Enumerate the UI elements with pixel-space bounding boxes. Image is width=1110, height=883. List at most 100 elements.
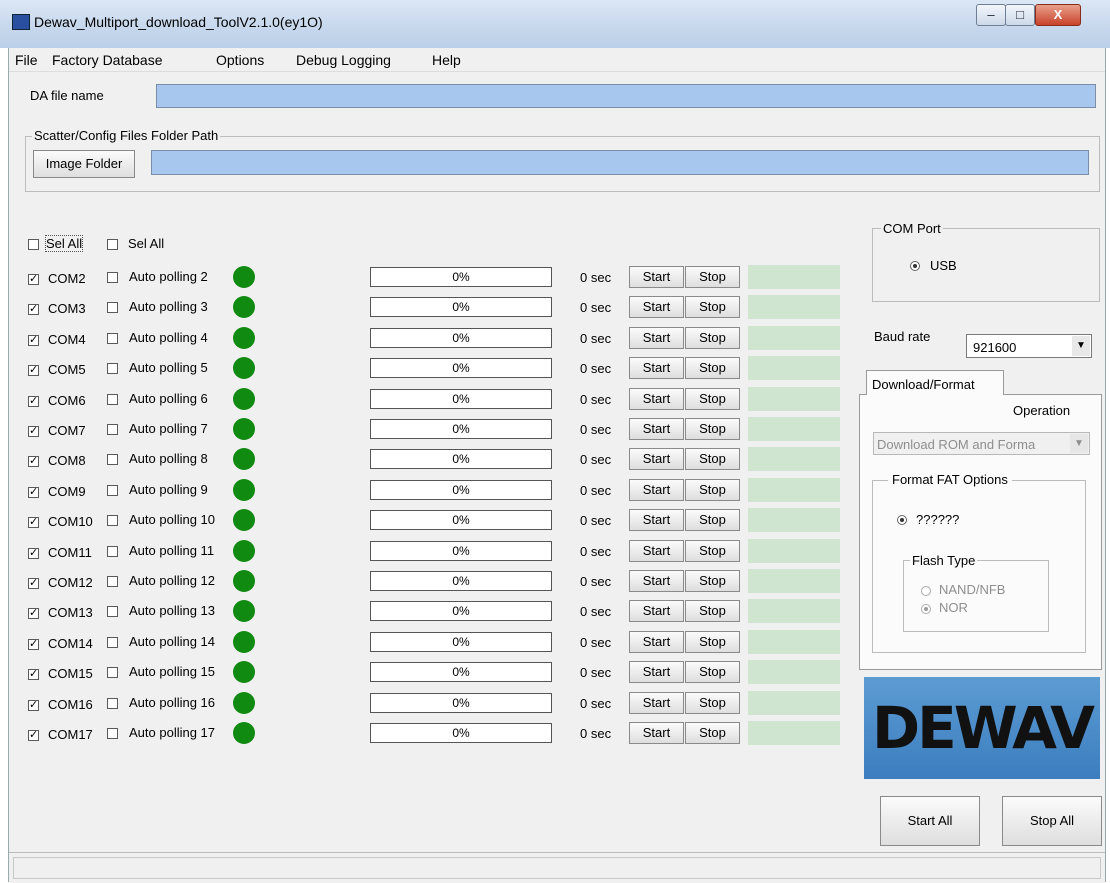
- status-cell: [748, 326, 840, 350]
- com-checkbox[interactable]: ✓: [28, 335, 39, 346]
- elapsed-time: 0 sec: [580, 331, 612, 346]
- com-checkbox[interactable]: ✓: [28, 517, 39, 528]
- stop-button[interactable]: Stop: [685, 631, 740, 653]
- stop-button[interactable]: Stop: [685, 600, 740, 622]
- maximize-button[interactable]: □: [1005, 4, 1035, 26]
- com-port-title: COM Port: [881, 221, 943, 236]
- com-checkbox[interactable]: ✓: [28, 639, 39, 650]
- start-button[interactable]: Start: [629, 509, 684, 531]
- auto-polling-checkbox[interactable]: [107, 515, 118, 526]
- usb-radio[interactable]: [910, 261, 920, 271]
- auto-polling-label: Auto polling 17: [129, 725, 216, 740]
- start-button[interactable]: Start: [629, 600, 684, 622]
- com-checkbox[interactable]: ✓: [28, 608, 39, 619]
- sel-all-polling-checkbox[interactable]: [107, 239, 118, 250]
- format-fat-radio[interactable]: [897, 515, 907, 525]
- start-button[interactable]: Start: [629, 266, 684, 288]
- scatter-folder-field[interactable]: [151, 150, 1089, 175]
- com-checkbox[interactable]: ✓: [28, 700, 39, 711]
- auto-polling-checkbox[interactable]: [107, 606, 118, 617]
- com-checkbox[interactable]: ✓: [28, 426, 39, 437]
- stop-button[interactable]: Stop: [685, 509, 740, 531]
- start-button[interactable]: Start: [629, 692, 684, 714]
- stop-button[interactable]: Stop: [685, 357, 740, 379]
- com-checkbox[interactable]: ✓: [28, 578, 39, 589]
- com-checkbox[interactable]: ✓: [28, 456, 39, 467]
- stop-button[interactable]: Stop: [685, 296, 740, 318]
- status-pane: [13, 857, 1101, 879]
- stop-button[interactable]: Stop: [685, 327, 740, 349]
- com-checkbox[interactable]: ✓: [28, 730, 39, 741]
- start-button[interactable]: Start: [629, 540, 684, 562]
- auto-polling-checkbox[interactable]: [107, 394, 118, 405]
- elapsed-time: 0 sec: [580, 422, 612, 437]
- progress-bar: 0%: [370, 449, 552, 469]
- stop-button[interactable]: Stop: [685, 540, 740, 562]
- start-button[interactable]: Start: [629, 357, 684, 379]
- tab-download-format[interactable]: Download/Format: [866, 370, 1004, 395]
- start-button[interactable]: Start: [629, 418, 684, 440]
- stop-button[interactable]: Stop: [685, 448, 740, 470]
- auto-polling-checkbox[interactable]: [107, 272, 118, 283]
- auto-polling-checkbox[interactable]: [107, 424, 118, 435]
- image-folder-button[interactable]: Image Folder: [33, 150, 135, 178]
- com-checkbox[interactable]: ✓: [28, 274, 39, 285]
- com-port-group: [872, 228, 1100, 302]
- auto-polling-checkbox[interactable]: [107, 698, 118, 709]
- stop-all-button[interactable]: Stop All: [1002, 796, 1102, 846]
- operation-select[interactable]: Download ROM and Forma ▼: [873, 432, 1090, 455]
- nor-radio[interactable]: [921, 604, 931, 614]
- start-button[interactable]: Start: [629, 327, 684, 349]
- start-button[interactable]: Start: [629, 570, 684, 592]
- auto-polling-checkbox[interactable]: [107, 302, 118, 313]
- minimize-button[interactable]: –: [976, 4, 1006, 26]
- com-label: COM14: [48, 636, 93, 651]
- auto-polling-checkbox[interactable]: [107, 454, 118, 465]
- menu-file[interactable]: File: [15, 52, 38, 68]
- start-all-button[interactable]: Start All: [880, 796, 980, 846]
- close-button[interactable]: X: [1035, 4, 1081, 26]
- auto-polling-checkbox[interactable]: [107, 485, 118, 496]
- menu-debug-logging[interactable]: Debug Logging: [296, 52, 391, 68]
- com-label: COM11: [48, 545, 92, 560]
- sel-all-ports-checkbox[interactable]: [28, 239, 39, 250]
- auto-polling-checkbox[interactable]: [107, 667, 118, 678]
- com-checkbox[interactable]: ✓: [28, 669, 39, 680]
- auto-polling-checkbox[interactable]: [107, 363, 118, 374]
- start-button[interactable]: Start: [629, 448, 684, 470]
- com-checkbox[interactable]: ✓: [28, 304, 39, 315]
- auto-polling-checkbox[interactable]: [107, 728, 118, 739]
- com-checkbox[interactable]: ✓: [28, 396, 39, 407]
- start-button[interactable]: Start: [629, 388, 684, 410]
- stop-button[interactable]: Stop: [685, 266, 740, 288]
- com-checkbox[interactable]: ✓: [28, 487, 39, 498]
- menu-help[interactable]: Help: [432, 52, 461, 68]
- auto-polling-checkbox[interactable]: [107, 637, 118, 648]
- start-button[interactable]: Start: [629, 631, 684, 653]
- stop-button[interactable]: Stop: [685, 570, 740, 592]
- start-button[interactable]: Start: [629, 661, 684, 683]
- stop-button[interactable]: Stop: [685, 479, 740, 501]
- auto-polling-checkbox[interactable]: [107, 546, 118, 557]
- menu-factory-database[interactable]: Factory Database: [52, 52, 163, 68]
- chevron-down-icon[interactable]: ▼: [1070, 434, 1088, 453]
- stop-button[interactable]: Stop: [685, 388, 740, 410]
- status-led-icon: [233, 570, 255, 592]
- com-checkbox[interactable]: ✓: [28, 365, 39, 376]
- auto-polling-checkbox[interactable]: [107, 576, 118, 587]
- status-cell: [748, 660, 840, 684]
- start-button[interactable]: Start: [629, 479, 684, 501]
- nand-radio[interactable]: [921, 586, 931, 596]
- start-button[interactable]: Start: [629, 722, 684, 744]
- auto-polling-checkbox[interactable]: [107, 333, 118, 344]
- baud-rate-select[interactable]: 921600 ▼: [966, 334, 1092, 358]
- stop-button[interactable]: Stop: [685, 722, 740, 744]
- stop-button[interactable]: Stop: [685, 661, 740, 683]
- com-checkbox[interactable]: ✓: [28, 548, 39, 559]
- menu-options[interactable]: Options: [216, 52, 264, 68]
- chevron-down-icon[interactable]: ▼: [1072, 336, 1090, 356]
- da-file-field[interactable]: [156, 84, 1096, 108]
- start-button[interactable]: Start: [629, 296, 684, 318]
- stop-button[interactable]: Stop: [685, 692, 740, 714]
- stop-button[interactable]: Stop: [685, 418, 740, 440]
